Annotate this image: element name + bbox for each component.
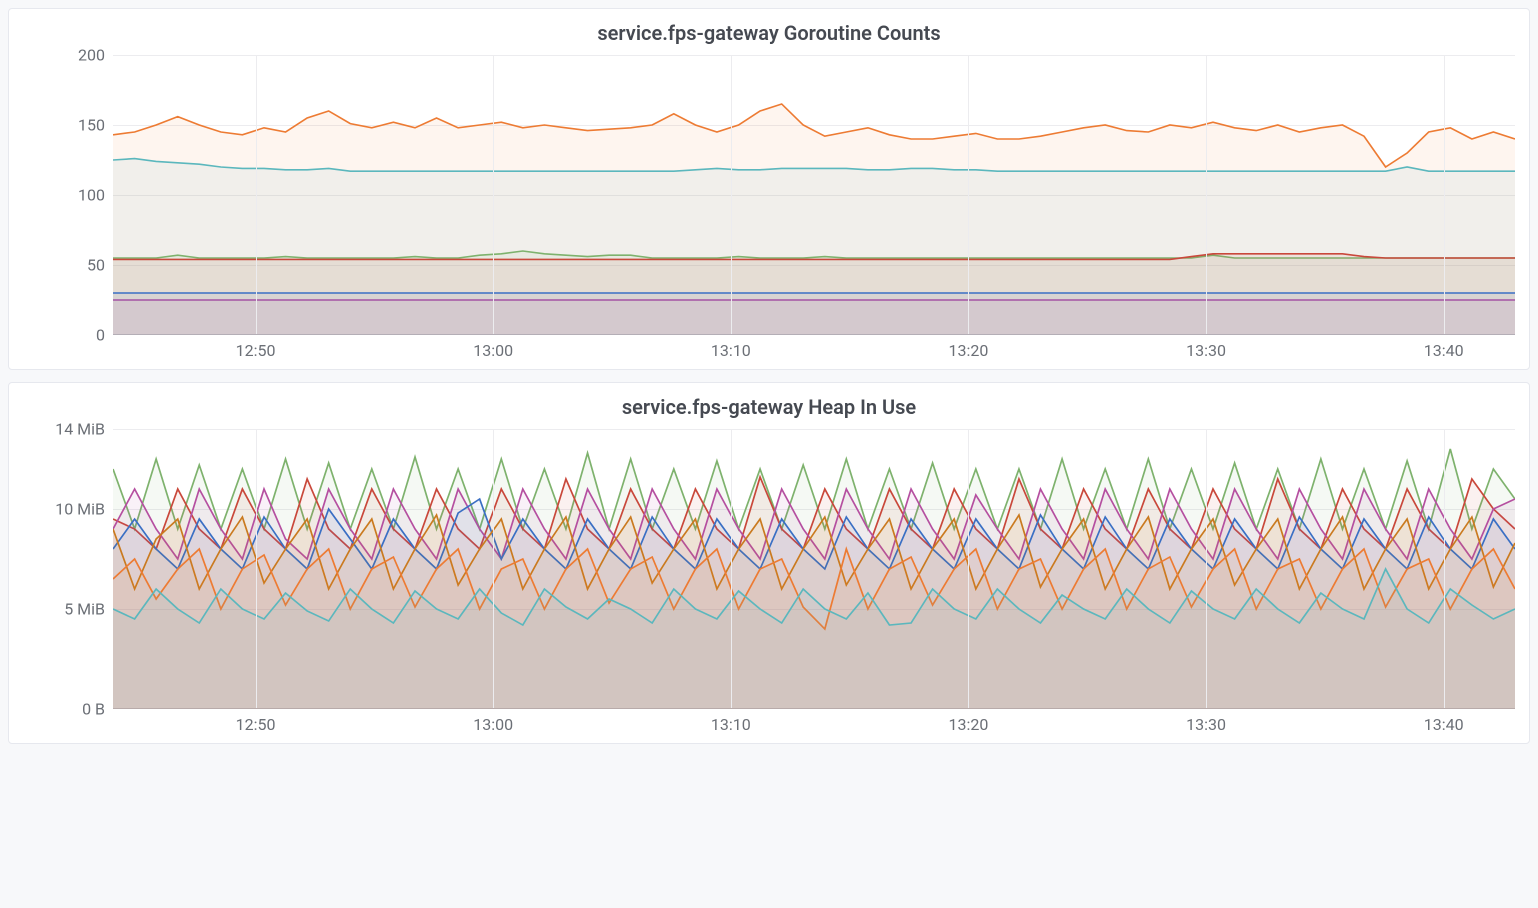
chart-panel-1: service.fps-gateway Heap In Use0 B5 MiB1… (8, 382, 1530, 744)
grid-line-vertical (968, 55, 969, 334)
grid-line-vertical (256, 55, 257, 334)
x-tick-label: 13:10 (711, 341, 751, 360)
grid-line-vertical (1206, 55, 1207, 334)
chart-frame (113, 429, 1515, 709)
panel-title: service.fps-gateway Goroutine Counts (9, 17, 1529, 55)
x-tick-label: 13:20 (949, 715, 989, 734)
x-tick-label: 13:30 (1186, 341, 1226, 360)
x-tick-label: 12:50 (236, 341, 276, 360)
x-axis: 12:50 13:00 13:10 13:20 13:30 13:40 (23, 335, 1515, 363)
grid-line-vertical (1206, 429, 1207, 708)
y-tick-label: 150 (23, 116, 113, 135)
y-tick-label: 10 MiB (23, 500, 113, 519)
grid-line-vertical (256, 429, 257, 708)
x-tick-label: 13:40 (1424, 341, 1464, 360)
grid-line-vertical (968, 429, 969, 708)
x-axis: 12:50 13:00 13:10 13:20 13:30 13:40 (23, 709, 1515, 737)
chart-frame (113, 55, 1515, 335)
grid-line-vertical (493, 429, 494, 708)
plot-area[interactable]: 050100150200 (23, 55, 1515, 335)
x-tick-label: 13:20 (949, 341, 989, 360)
grid-line-vertical (731, 55, 732, 334)
chart-svg (113, 55, 1515, 335)
grid-line-vertical (493, 55, 494, 334)
chart-svg (113, 429, 1515, 709)
y-tick-label: 5 MiB (23, 600, 113, 619)
chart-panel-0: service.fps-gateway Goroutine Counts0501… (8, 8, 1530, 370)
x-tick-label: 13:10 (711, 715, 751, 734)
series-area-purple (113, 300, 1515, 335)
x-tick-label: 13:00 (473, 715, 513, 734)
x-tick-label: 13:40 (1424, 715, 1464, 734)
plot-area[interactable]: 0 B5 MiB10 MiB14 MiB (23, 429, 1515, 709)
y-tick-label: 14 MiB (23, 420, 113, 439)
panel-title: service.fps-gateway Heap In Use (9, 391, 1529, 429)
grid-line-vertical (1444, 429, 1445, 708)
x-tick-label: 12:50 (236, 715, 276, 734)
grid-line-vertical (731, 429, 732, 708)
x-tick-label: 13:30 (1186, 715, 1226, 734)
y-tick-label: 200 (23, 46, 113, 65)
y-tick-label: 100 (23, 186, 113, 205)
x-tick-label: 13:00 (473, 341, 513, 360)
y-tick-label: 50 (23, 256, 113, 275)
grid-line-vertical (1444, 55, 1445, 334)
